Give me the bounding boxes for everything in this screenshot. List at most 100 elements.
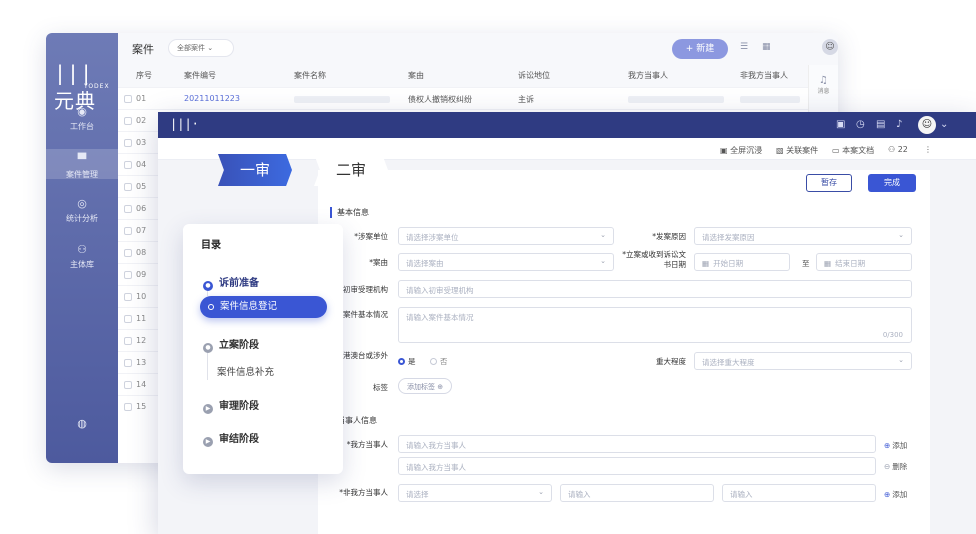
row-checkbox[interactable] — [124, 293, 132, 301]
add-tag-button[interactable]: 添加标签 ⊕ — [398, 378, 453, 394]
our-party-input-2[interactable]: 请输入我方当事人 — [398, 457, 876, 475]
chat-icon[interactable]: ▣ — [836, 119, 845, 130]
new-case-button[interactable]: + 新建 — [672, 39, 728, 59]
row-number: 09 — [136, 270, 147, 279]
more-icon[interactable]: ⋮ — [924, 145, 932, 154]
calendar-icon[interactable]: ▤ — [876, 119, 885, 130]
label-text: 初审受理机构 — [343, 285, 388, 294]
other-party-type-select[interactable]: 请选择 ⌄ — [398, 484, 552, 502]
list-view-icon[interactable]: ☰ — [740, 42, 748, 52]
row-checkbox[interactable] — [124, 95, 132, 103]
help-button[interactable]: ◍ — [46, 417, 118, 433]
sidebar-item-label: 主体库 — [70, 260, 94, 269]
row-checkbox[interactable] — [124, 205, 132, 213]
row-checkbox[interactable] — [124, 359, 132, 367]
sidebar-item-case-management[interactable]: ▀ 案件管理 — [46, 149, 118, 179]
row-checkbox[interactable] — [124, 161, 132, 169]
notification-icon[interactable]: ♪ — [896, 119, 902, 130]
label-text: *涉案单位 — [354, 232, 388, 241]
row-number: 08 — [136, 248, 147, 257]
chevron-down-icon: ⌄ — [898, 231, 904, 239]
subjects-icon: ⚇ — [77, 243, 87, 256]
sidebar-item-label: 工作台 — [70, 122, 94, 131]
app-logo-icon[interactable]: |||· — [170, 117, 199, 131]
row-checkbox[interactable] — [124, 403, 132, 411]
row-checkbox[interactable] — [124, 381, 132, 389]
grid-view-icon[interactable]: ▦ — [762, 42, 771, 52]
finish-button[interactable]: 完成 — [868, 174, 916, 192]
radio-yes[interactable]: 是 — [398, 356, 416, 367]
reason-select[interactable]: 请选择发案原因 ⌄ — [694, 227, 912, 245]
avatar[interactable]: ☺ — [822, 39, 838, 55]
row-checkbox[interactable] — [124, 249, 132, 257]
tab-first-instance[interactable]: 一审 — [218, 154, 292, 186]
table-header-row: 序号 案件编号 案件名称 案由 诉讼地位 我方当事人 非我方当事人 — [118, 65, 808, 87]
chevron-down-icon[interactable]: ⌄ — [940, 119, 948, 130]
toc-item-trial-stage[interactable]: ▶ 审理阶段 — [203, 397, 259, 414]
fullscreen-icon: ▣ — [720, 146, 728, 155]
sidebar-item-workbench[interactable]: ◉ 工作台 — [46, 105, 118, 135]
message-label: 消息 — [817, 88, 830, 95]
add-other-party-button[interactable]: ⊕ 添加 — [884, 489, 907, 500]
avatar[interactable]: ☺ — [918, 116, 936, 134]
placeholder: 请选择案由 — [406, 259, 444, 268]
other-party-label: *非我方当事人 — [318, 488, 388, 498]
toc-item-closing-stage[interactable]: ▶ 审结阶段 — [203, 430, 259, 447]
placeholder: 请输入我方当事人 — [406, 441, 466, 450]
unit-select[interactable]: 请选择涉案单位 ⌄ — [398, 227, 614, 245]
case-docs-button[interactable]: ▭ 本案文档 — [832, 145, 874, 156]
row-checkbox[interactable] — [124, 271, 132, 279]
tab-second-instance[interactable]: 二审 — [314, 154, 388, 186]
row-checkbox[interactable] — [124, 183, 132, 191]
other-party-input-2[interactable]: 请输入 — [722, 484, 876, 502]
main-sidebar: ||| 元典 YODEX ◉ 工作台 ▀ 案件管理 ◎ 统计分析 ⚇ 主体库 ◍ — [46, 33, 118, 463]
row-checkbox[interactable] — [124, 227, 132, 235]
toc-item-label: 审结阶段 — [219, 434, 259, 445]
calendar-icon: ▦ — [702, 259, 710, 268]
start-date-input[interactable]: ▦ 开始日期 — [694, 253, 790, 271]
row-checkbox[interactable] — [124, 315, 132, 323]
row-number: 02 — [136, 116, 147, 125]
chevron-down-icon: ⌄ — [898, 356, 904, 364]
play-icon: ▶ — [203, 404, 213, 414]
column-header: 非我方当事人 — [740, 71, 788, 80]
row-number: 13 — [136, 358, 147, 367]
situation-textarea[interactable]: 请输入案件基本情况 0/300 — [398, 307, 912, 343]
cause-select[interactable]: 请选择案由 ⌄ — [398, 253, 614, 271]
history-icon[interactable]: ◷ — [856, 119, 865, 130]
list-header: 案件 全部案件 ⌄ ⌕ ☰ ▦ — [118, 33, 838, 65]
add-our-party-button[interactable]: ⊕ 添加 — [884, 440, 907, 451]
fullscreen-button[interactable]: ▣ 全屏沉浸 — [720, 145, 762, 156]
sidebar-item-stats[interactable]: ◎ 统计分析 — [46, 197, 118, 227]
delete-label: 删除 — [892, 462, 908, 471]
our-party-input-1[interactable]: 请输入我方当事人 — [398, 435, 876, 453]
members-count: 22 — [897, 145, 908, 154]
sidebar-item-subjects[interactable]: ⚇ 主体库 — [46, 243, 118, 273]
toc-item-label: 案件信息登记 — [220, 301, 278, 312]
related-cases-button[interactable]: ▧ 关联案件 — [776, 145, 818, 156]
table-row[interactable]: 01 20211011223 债权人撤销权纠纷 主诉 — [118, 87, 808, 109]
radio-no[interactable]: 否 — [430, 356, 448, 367]
members-button[interactable]: ⚇ 22 — [888, 145, 908, 154]
filter-value: 全部案件 — [177, 44, 205, 52]
save-draft-button[interactable]: 暂存 — [806, 174, 852, 192]
toc-item-pre-litigation[interactable]: ● 诉前准备 — [203, 274, 259, 291]
case-number-link[interactable]: 20211011223 — [184, 94, 240, 103]
toc-item-filing-stage[interactable]: ● 立案阶段 — [203, 336, 259, 353]
row-checkbox[interactable] — [124, 337, 132, 345]
toc-item-case-registration[interactable]: 案件信息登记 — [200, 296, 327, 318]
redacted-cell — [740, 96, 800, 103]
toc-connector — [207, 350, 208, 380]
case-filter-select[interactable]: 全部案件 ⌄ — [168, 39, 234, 57]
toc-item-info-supplement[interactable]: 案件信息补充 — [217, 364, 274, 378]
severity-select[interactable]: 请选择重大程度 ⌄ — [694, 352, 912, 370]
delete-our-party-button[interactable]: ⊖ 删除 — [884, 461, 907, 472]
row-checkbox[interactable] — [124, 139, 132, 147]
sidebar-item-label: 统计分析 — [66, 214, 98, 223]
case-folder-icon: ▀ — [77, 153, 87, 166]
row-checkbox[interactable] — [124, 117, 132, 125]
other-party-input-1[interactable]: 请输入 — [560, 484, 714, 502]
end-date-input[interactable]: ▦ 结束日期 — [816, 253, 912, 271]
agency-input[interactable]: 请输入初审受理机构 — [398, 280, 912, 298]
link-icon: ▧ — [776, 146, 784, 155]
